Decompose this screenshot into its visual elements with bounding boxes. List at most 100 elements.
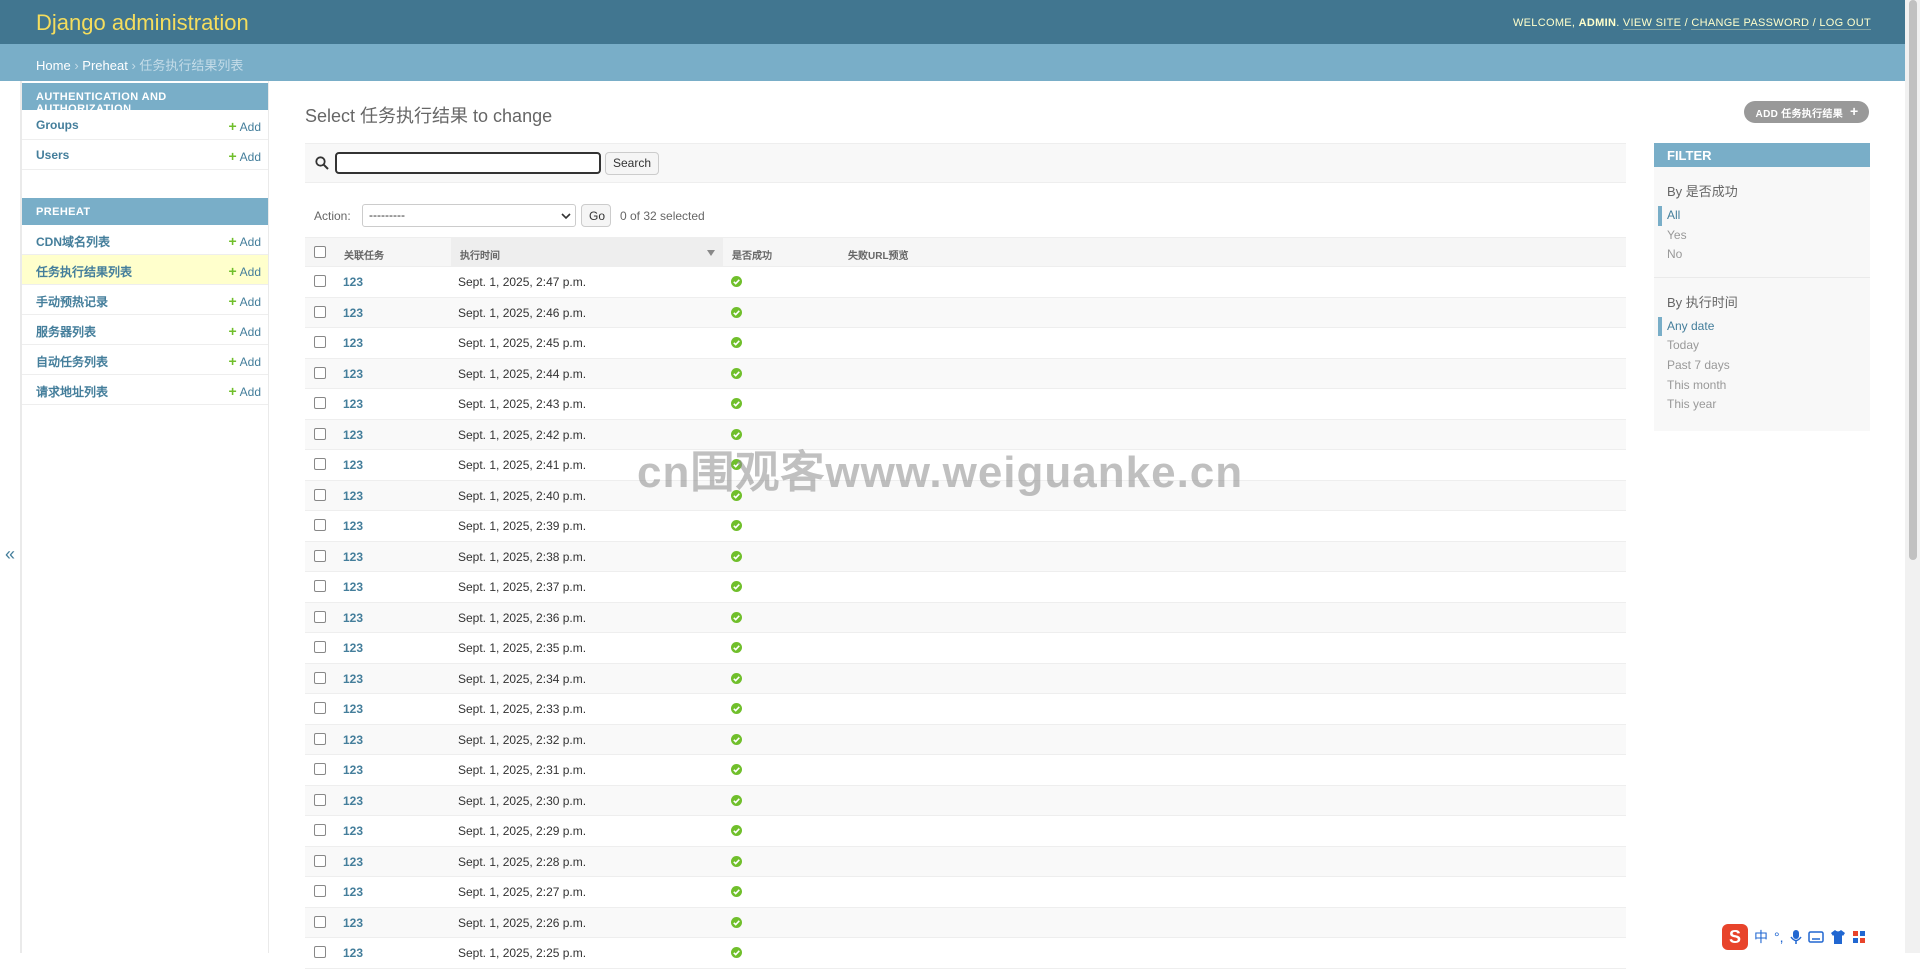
sidebar-item-label[interactable]: 自动任务列表: [36, 355, 108, 369]
filter-option-yes[interactable]: Yes: [1667, 226, 1857, 246]
row-checkbox[interactable]: [314, 946, 326, 958]
add-task-result-button[interactable]: ADD 任务执行结果 +: [1743, 101, 1869, 123]
row-checkbox[interactable]: [314, 549, 326, 562]
task-link[interactable]: 123: [343, 519, 363, 533]
row-checkbox[interactable]: [314, 366, 326, 379]
task-link[interactable]: 123: [343, 580, 363, 594]
row-checkbox[interactable]: [314, 854, 326, 867]
task-link[interactable]: 123: [343, 428, 363, 442]
task-link[interactable]: 123: [343, 916, 363, 930]
add-link[interactable]: + Add: [228, 383, 261, 399]
module-caption[interactable]: Preheat: [22, 198, 268, 225]
row-checkbox[interactable]: [314, 305, 326, 318]
view-site-link[interactable]: VIEW SITE: [1622, 17, 1682, 30]
skin-shirt-icon[interactable]: [1830, 929, 1846, 945]
sogou-ime-icon[interactable]: S: [1722, 924, 1748, 950]
task-link[interactable]: 123: [343, 763, 363, 777]
row-checkbox[interactable]: [314, 610, 326, 623]
task-link[interactable]: 123: [343, 794, 363, 808]
plus-icon: +: [228, 263, 237, 279]
add-link[interactable]: + Add: [228, 293, 261, 309]
sidebar-item-label[interactable]: 服务器列表: [36, 325, 96, 339]
filter-option-this-month[interactable]: This month: [1667, 376, 1857, 396]
task-link[interactable]: 123: [343, 733, 363, 747]
filter-option-past-7-days[interactable]: Past 7 days: [1667, 356, 1857, 376]
punctuation-toggle[interactable]: °,: [1774, 929, 1784, 945]
filter-option-all[interactable]: All: [1658, 206, 1857, 226]
row-checkbox[interactable]: [314, 641, 326, 653]
keyboard-icon[interactable]: [1807, 930, 1824, 944]
module-caption[interactable]: Authentication and Authorization: [22, 83, 268, 115]
breadcrumb-app[interactable]: Preheat: [82, 58, 128, 73]
task-link[interactable]: 123: [343, 641, 363, 655]
task-link[interactable]: 123: [343, 824, 363, 838]
row-checkbox[interactable]: [314, 824, 326, 836]
row-checkbox[interactable]: [314, 732, 326, 745]
add-link[interactable]: + Add: [228, 118, 261, 134]
add-link[interactable]: + Add: [228, 233, 261, 249]
sidebar-item-manual-preheat: 手动预热记录 + Add: [22, 285, 268, 315]
row-checkbox[interactable]: [314, 915, 326, 928]
row-checkbox[interactable]: [314, 702, 326, 714]
change-password-link[interactable]: CHANGE PASSWORD: [1691, 17, 1810, 30]
sidebar-item-label[interactable]: Users: [36, 148, 69, 162]
row-checkbox[interactable]: [314, 427, 326, 440]
sidebar-item-label[interactable]: 任务执行结果列表: [36, 265, 132, 279]
select-all-checkbox[interactable]: [314, 246, 326, 258]
add-link[interactable]: + Add: [228, 323, 261, 339]
task-link[interactable]: 123: [343, 489, 363, 503]
task-link[interactable]: 123: [343, 946, 363, 960]
row-checkbox[interactable]: [314, 336, 326, 348]
task-link[interactable]: 123: [343, 397, 363, 411]
search-input[interactable]: [335, 152, 601, 174]
ime-language[interactable]: 中: [1754, 927, 1768, 947]
sidebar-item-label[interactable]: CDN域名列表: [36, 235, 110, 249]
filter-option-no[interactable]: No: [1667, 245, 1857, 265]
row-checkbox[interactable]: [314, 793, 326, 806]
task-link[interactable]: 123: [343, 275, 363, 289]
column-header-time[interactable]: 执行时间: [460, 247, 500, 262]
task-link[interactable]: 123: [343, 885, 363, 899]
toolbox-icon[interactable]: [1852, 930, 1866, 944]
task-link[interactable]: 123: [343, 550, 363, 564]
task-link[interactable]: 123: [343, 672, 363, 686]
row-checkbox[interactable]: [314, 458, 326, 470]
toggle-sidebar-button[interactable]: «: [0, 81, 21, 953]
row-checkbox[interactable]: [314, 519, 326, 531]
go-button[interactable]: Go: [581, 204, 611, 227]
filter-option-this-year[interactable]: This year: [1667, 395, 1857, 415]
search-button[interactable]: Search: [605, 152, 660, 175]
column-header-success[interactable]: 是否成功: [732, 247, 772, 262]
row-checkbox[interactable]: [314, 885, 326, 897]
sidebar-item-label[interactable]: 手动预热记录: [36, 295, 108, 309]
filter-option-any-date[interactable]: Any date: [1658, 316, 1857, 337]
row-checkbox[interactable]: [314, 397, 326, 409]
task-link[interactable]: 123: [343, 336, 363, 350]
microphone-icon[interactable]: [1789, 929, 1802, 945]
column-header-task[interactable]: 关联任务: [344, 247, 384, 262]
task-link[interactable]: 123: [343, 367, 363, 381]
scroll-thumb[interactable]: [1909, 0, 1917, 560]
task-link[interactable]: 123: [343, 611, 363, 625]
row-checkbox[interactable]: [314, 671, 326, 684]
sort-descending-icon[interactable]: [707, 250, 715, 256]
scrollbar[interactable]: [1905, 0, 1920, 953]
row-checkbox[interactable]: [314, 763, 326, 775]
task-link[interactable]: 123: [343, 855, 363, 869]
logout-link[interactable]: LOG OUT: [1819, 17, 1871, 30]
add-link[interactable]: + Add: [228, 353, 261, 369]
add-link[interactable]: + Add: [228, 148, 261, 164]
task-link[interactable]: 123: [343, 306, 363, 320]
row-checkbox[interactable]: [314, 488, 326, 501]
action-select[interactable]: ---------: [362, 204, 576, 227]
add-link[interactable]: + Add: [228, 263, 261, 279]
row-checkbox[interactable]: [314, 580, 326, 592]
sidebar-item-label[interactable]: 请求地址列表: [36, 385, 108, 399]
breadcrumb-home[interactable]: Home: [36, 58, 71, 73]
task-link[interactable]: 123: [343, 702, 363, 716]
sidebar-item-label[interactable]: Groups: [36, 118, 79, 132]
site-name[interactable]: Django administration: [36, 10, 249, 36]
filter-option-today[interactable]: Today: [1667, 336, 1857, 356]
row-checkbox[interactable]: [314, 275, 326, 287]
task-link[interactable]: 123: [343, 458, 363, 472]
